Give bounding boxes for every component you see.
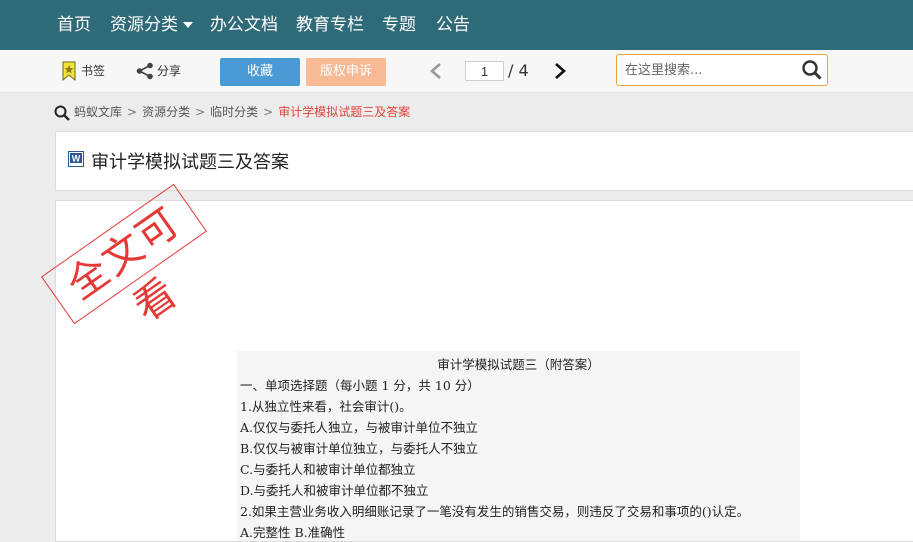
doc-line: B.仅仅与被审计单位独立，与委托人不独立 [240,441,479,456]
breadcrumb-temp-category[interactable]: 临时分类 [210,105,258,119]
doc-toolbar: 书签 分享 收藏 版权申诉 / 4 [0,50,913,93]
doc-line: 一、单项选择题（每小题 1 分，共 10 分） [240,378,480,393]
doc-line: C.与委托人和被审计单位都独立 [240,462,416,477]
breadcrumb: 蚂蚁文库 > 资源分类 > 临时分类 > 审计学模拟试题三及答案 [54,102,410,122]
doc-heading: 审计学模拟试题三（附答案） [437,357,600,372]
page-number-input[interactable] [465,61,504,81]
chevron-right-icon[interactable] [552,62,568,80]
page-total: / 4 [508,61,529,80]
bookmark-icon [62,61,76,81]
share-icon [136,62,153,80]
page-title: 审计学模拟试题三及答案 [91,152,289,173]
doc-line: 2.如果主营业务收入明细账记录了一笔没有发生的销售交易，则违反了交易和事项的()… [240,504,750,519]
nav-home[interactable]: 首页 [57,0,91,50]
caret-down-icon [183,22,193,28]
doc-line: A.完整性 B.准确性 [240,525,346,540]
breadcrumb-resource-category[interactable]: 资源分类 [142,105,190,119]
document-page: 审计学模拟试题三（附答案） 一、单项选择题（每小题 1 分，共 10 分） 1.… [237,351,800,541]
share-label: 分享 [157,64,182,78]
nav-topics[interactable]: 专题 [382,0,416,50]
breadcrumb-separator: > [263,105,274,119]
bookmark-button[interactable]: 书签 [61,50,111,92]
nav-resource-category-label: 资源分类 [110,15,178,35]
favorite-button[interactable]: 收藏 [220,58,300,86]
word-doc-icon: W [68,151,84,167]
bookmark-label: 书签 [81,64,106,78]
doc-line: 1.从独立性来看，社会审计()。 [240,399,412,414]
doc-line: D.与委托人和被审计单位都不独立 [240,483,429,498]
top-nav-bar: 首页 资源分类 办公文档 教育专栏 专题 公告 [0,0,913,50]
breadcrumb-current: 审计学模拟试题三及答案 [278,105,411,119]
search-box [616,54,828,86]
breadcrumb-separator: > [127,105,138,119]
title-panel: W 审计学模拟试题三及答案 [55,131,913,191]
search-icon [54,105,70,121]
share-button[interactable]: 分享 [136,50,186,92]
breadcrumb-home[interactable]: 蚂蚁文库 [74,105,122,119]
nav-resource-category[interactable]: 资源分类 [110,0,193,50]
nav-education[interactable]: 教育专栏 [296,0,364,50]
copyright-complaint-button[interactable]: 版权申诉 [306,58,386,86]
doc-line: A.仅仅与委托人独立，与被审计单位不独立 [240,420,479,435]
chevron-left-icon[interactable] [428,62,444,80]
search-input[interactable] [625,59,795,81]
breadcrumb-separator: > [195,105,206,119]
nav-office-docs[interactable]: 办公文档 [210,0,278,50]
svg-text:W: W [72,154,81,164]
nav-announcements[interactable]: 公告 [436,0,470,50]
search-icon[interactable] [801,60,823,80]
